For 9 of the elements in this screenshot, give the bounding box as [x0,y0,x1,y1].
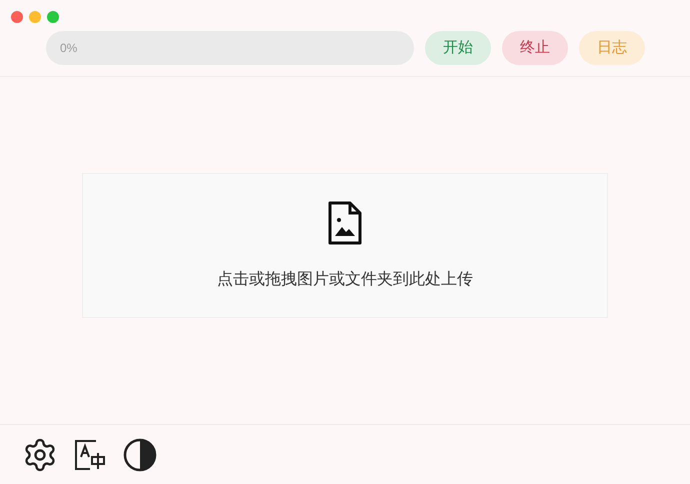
upload-dropzone[interactable]: 点击或拖拽图片或文件夹到此处上传 [82,173,608,318]
progress-reading: 0% [59,40,78,57]
close-window-button[interactable] [11,11,23,23]
image-file-icon [327,200,363,246]
stop-button[interactable]: 终止 [502,31,568,65]
log-button[interactable]: 日志 [579,31,645,65]
start-button[interactable]: 开始 [425,31,491,65]
upload-hint: 点击或拖拽图片或文件夹到此处上传 [217,270,473,290]
contrast-icon[interactable] [122,436,158,472]
